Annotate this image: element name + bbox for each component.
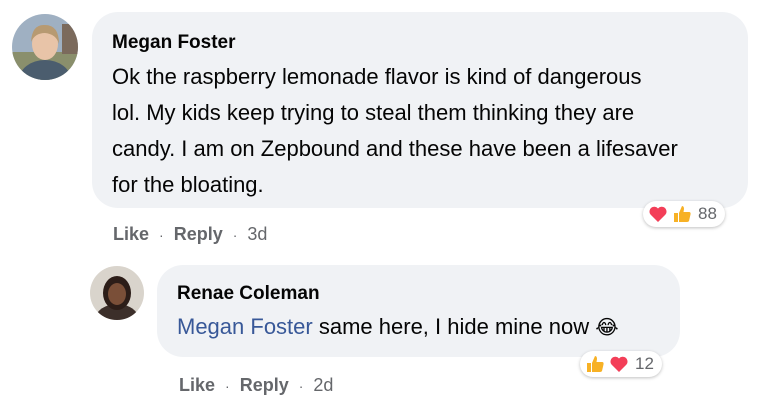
separator-dot: · [159,226,164,243]
reply-button[interactable]: Reply [240,375,289,396]
comment-line: lol. My kids keep trying to steal them t… [112,100,635,125]
comment-author[interactable]: Megan Foster [112,32,236,54]
reactions-summary[interactable]: 88 [643,201,725,227]
reactions-summary[interactable]: 12 [580,351,662,377]
mention-link[interactable]: Megan Foster [177,314,313,339]
heart-icon [608,353,630,375]
separator-dot: · [232,226,238,243]
comment-text: Ok the raspberry lemonade flavor is kind… [112,59,678,203]
comment-actions: Like · Reply · 2d [179,375,333,396]
reply-text: same here, I hide mine now [318,314,590,339]
comment-line: for the bloating. [112,172,264,197]
like-button[interactable]: Like [113,224,149,245]
comment-line: Ok the raspberry lemonade flavor is kind… [112,64,642,89]
timestamp[interactable]: 3d [247,224,267,245]
like-button[interactable]: Like [179,375,215,396]
reaction-count: 88 [698,204,717,223]
separator-dot: · [225,377,230,394]
comment-actions: Like · Reply · 3d [113,224,267,245]
laughing-emoji: 😂 [595,317,619,339]
heart-icon [647,203,669,225]
thumbs-up-icon [584,353,606,375]
avatar[interactable] [90,266,144,320]
thumbs-up-icon [671,203,693,225]
comment-line: candy. I am on Zepbound and these have b… [112,136,678,161]
reply-bubble: Renae Coleman Megan Foster same here, I … [157,265,680,357]
separator-dot: · [298,377,304,394]
timestamp[interactable]: 2d [313,375,333,396]
comment-text: Megan Foster same here, I hide mine now … [177,309,619,346]
comment-author[interactable]: Renae Coleman [177,283,320,305]
comment-bubble: Megan Foster Ok the raspberry lemonade f… [92,12,748,208]
reply-button[interactable]: Reply [174,224,223,245]
avatar[interactable] [12,14,78,80]
reaction-count: 12 [635,354,654,373]
